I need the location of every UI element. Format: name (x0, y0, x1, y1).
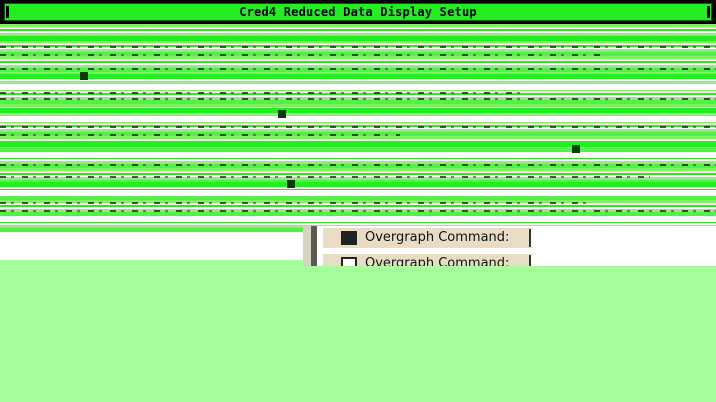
marker-square (80, 72, 88, 80)
corrupted-display-region (0, 24, 716, 260)
scanline (0, 68, 716, 70)
green-band (0, 182, 716, 187)
overgraph-checkbox-1[interactable] (341, 231, 357, 245)
lower-left-blank-area (0, 232, 303, 260)
scanline (0, 134, 400, 136)
marker-square (572, 145, 580, 153)
green-band (0, 108, 716, 113)
green-band (0, 142, 716, 147)
scanline (0, 210, 716, 212)
window-titlebar[interactable]: Cred4 Reduced Data Display Setup (0, 0, 716, 24)
white-band (0, 84, 716, 90)
white-band (0, 216, 716, 222)
white-band (0, 152, 716, 158)
scanline (0, 46, 716, 48)
marker-square (287, 180, 295, 188)
green-band (0, 36, 716, 41)
scanline (0, 54, 600, 56)
overgraph-command-input-1[interactable] (529, 229, 716, 247)
overgraph-panel: Overgraph Command: Overgraph Command: (303, 226, 716, 274)
scanline (0, 176, 650, 178)
overgraph-row-1: Overgraph Command: (323, 228, 533, 248)
panel-scroll-edge[interactable] (311, 226, 317, 266)
white-band (0, 190, 716, 196)
scanline (0, 98, 716, 100)
panel-border (303, 226, 311, 266)
white-band (0, 116, 716, 122)
scanline (0, 202, 590, 204)
scanline (0, 92, 520, 94)
overgraph-label-1: Overgraph Command: (365, 230, 510, 245)
scanline (0, 126, 716, 128)
marker-square (278, 110, 286, 118)
scanline (0, 164, 716, 166)
empty-green-area (0, 266, 716, 402)
window-title: Cred4 Reduced Data Display Setup (239, 5, 477, 19)
green-band (0, 74, 716, 79)
